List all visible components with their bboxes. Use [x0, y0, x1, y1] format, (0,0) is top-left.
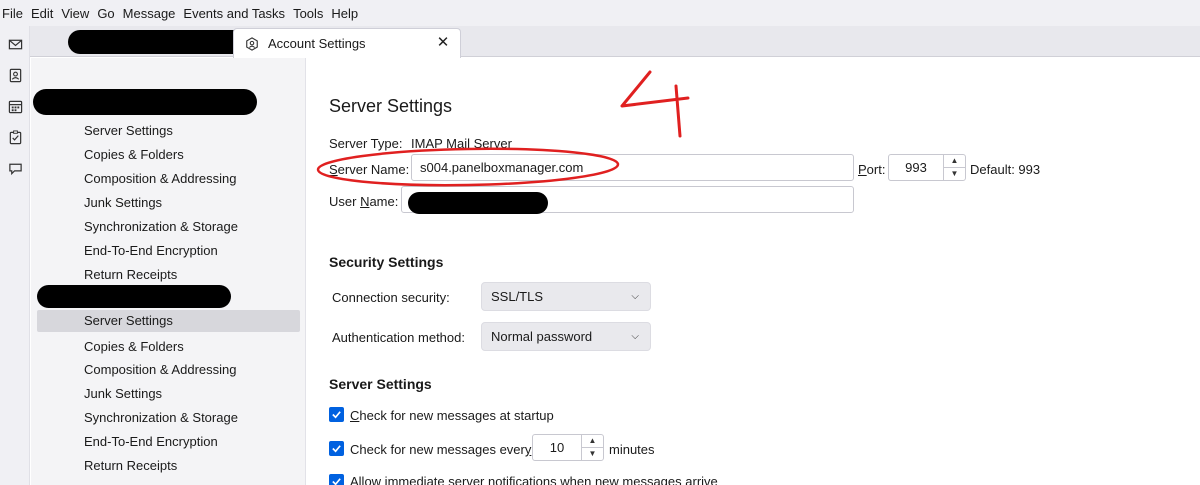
tree-item-composition-addressing[interactable]: Composition & Addressing — [84, 359, 236, 381]
check-startup-label[interactable]: Check for new messages at startup — [350, 408, 554, 423]
check-interval-value: 10 — [549, 440, 565, 455]
address-book-icon[interactable] — [5, 65, 25, 85]
tree-item-return-receipts[interactable]: Return Receipts — [84, 264, 177, 286]
arrow-up-icon[interactable]: ▲ — [944, 155, 965, 168]
tasks-icon[interactable] — [5, 127, 25, 147]
tree-item-end-to-end-encryption[interactable]: End-To-End Encryption — [84, 240, 218, 262]
redaction-mark — [68, 30, 254, 54]
chevron-down-icon: ⌵ — [631, 331, 639, 342]
tree-item-copies-folders[interactable]: Copies & Folders — [84, 336, 184, 358]
account-tree: Server Settings Copies & Folders Composi… — [31, 58, 306, 485]
server-settings-pane: Server Settings Server Type: IMAP Mail S… — [307, 58, 1200, 485]
auth-method-value: Normal password — [491, 329, 593, 344]
account-settings-icon — [244, 36, 260, 52]
port-value: 993 — [905, 160, 927, 175]
arrow-up-icon[interactable]: ▲ — [582, 435, 603, 448]
allow-notify-checkbox[interactable] — [329, 474, 344, 485]
close-icon[interactable]: ✕ — [434, 34, 452, 52]
check-every-label[interactable]: Check for new messages every — [350, 442, 531, 457]
menu-message[interactable]: Message — [119, 6, 180, 21]
menu-file[interactable]: File — [0, 6, 27, 21]
server-name-label: Server Name: — [329, 162, 410, 177]
tree-item-server-settings-selected[interactable]: Server Settings — [37, 310, 300, 332]
check-startup-checkbox[interactable] — [329, 407, 344, 422]
menu-help[interactable]: Help — [327, 6, 362, 21]
spaces-toolbar — [0, 26, 30, 485]
default-port: Default: 993 — [970, 162, 1041, 177]
user-name-label: User Name: — [329, 194, 399, 209]
connection-security-select[interactable]: SSL/TLS ⌵ — [481, 282, 651, 311]
arrow-down-icon[interactable]: ▼ — [944, 168, 965, 180]
tree-item-server-settings[interactable]: Server Settings — [84, 120, 173, 142]
account1-name-redacted — [33, 89, 257, 115]
menu-go[interactable]: Go — [93, 6, 118, 21]
port-arrows[interactable]: ▲ ▼ — [943, 155, 965, 180]
allow-notify-label[interactable]: Allow immediate server notifications whe… — [350, 474, 718, 485]
check-every-checkbox[interactable] — [329, 441, 344, 456]
calendar-icon[interactable] — [5, 96, 25, 116]
auth-method-label: Authentication method: — [332, 330, 465, 345]
page-title: Server Settings — [329, 96, 453, 116]
tree-item-junk-settings[interactable]: Junk Settings — [84, 192, 162, 214]
server-type-label: Server Type: — [329, 136, 403, 151]
server-settings-heading: Server Settings — [329, 376, 432, 392]
tab-account-settings[interactable]: Account Settings ✕ — [233, 28, 461, 58]
tree-item-copies-folders[interactable]: Copies & Folders — [84, 144, 184, 166]
menu-edit[interactable]: Edit — [27, 6, 57, 21]
menu-events-and-tasks[interactable]: Events and Tasks — [179, 6, 289, 21]
tree-item-composition-addressing[interactable]: Composition & Addressing — [84, 168, 236, 190]
tree-item-synchronization-storage[interactable]: Synchronization & Storage — [84, 407, 238, 429]
minutes-label: minutes — [609, 442, 655, 457]
tree-item-synchronization-storage[interactable]: Synchronization & Storage — [84, 216, 238, 238]
tab-strip: Account Settings ✕ — [30, 26, 1200, 58]
port-label: Port: — [858, 162, 886, 177]
port-stepper[interactable]: 993 ▲ ▼ — [888, 154, 966, 181]
mail-icon[interactable] — [5, 34, 25, 54]
tab-mail-redacted[interactable] — [64, 28, 254, 54]
server-type-value: IMAP Mail Server — [411, 136, 512, 151]
menu-view[interactable]: View — [57, 6, 93, 21]
chevron-down-icon: ⌵ — [631, 291, 639, 302]
tree-item-return-receipts[interactable]: Return Receipts — [84, 455, 177, 477]
menu-tools[interactable]: Tools — [289, 6, 327, 21]
server-name-input[interactable]: s004.panelboxmanager.com — [411, 154, 854, 181]
connection-security-label: Connection security: — [332, 290, 450, 305]
arrow-down-icon[interactable]: ▼ — [582, 448, 603, 460]
check-interval-stepper[interactable]: 10 ▲ ▼ — [532, 434, 604, 461]
auth-method-select[interactable]: Normal password ⌵ — [481, 322, 651, 351]
menu-bar: File Edit View Go Message Events and Tas… — [0, 0, 1200, 26]
interval-arrows[interactable]: ▲ ▼ — [581, 435, 603, 460]
security-settings-heading: Security Settings — [329, 254, 444, 270]
tab-title: Account Settings — [268, 36, 366, 51]
chat-icon[interactable] — [5, 158, 25, 178]
tree-item-junk-settings[interactable]: Junk Settings — [84, 383, 162, 405]
tree-item-end-to-end-encryption[interactable]: End-To-End Encryption — [84, 431, 218, 453]
user-name-redacted — [408, 192, 548, 214]
account2-name-redacted — [37, 285, 231, 308]
connection-security-value: SSL/TLS — [491, 289, 544, 304]
